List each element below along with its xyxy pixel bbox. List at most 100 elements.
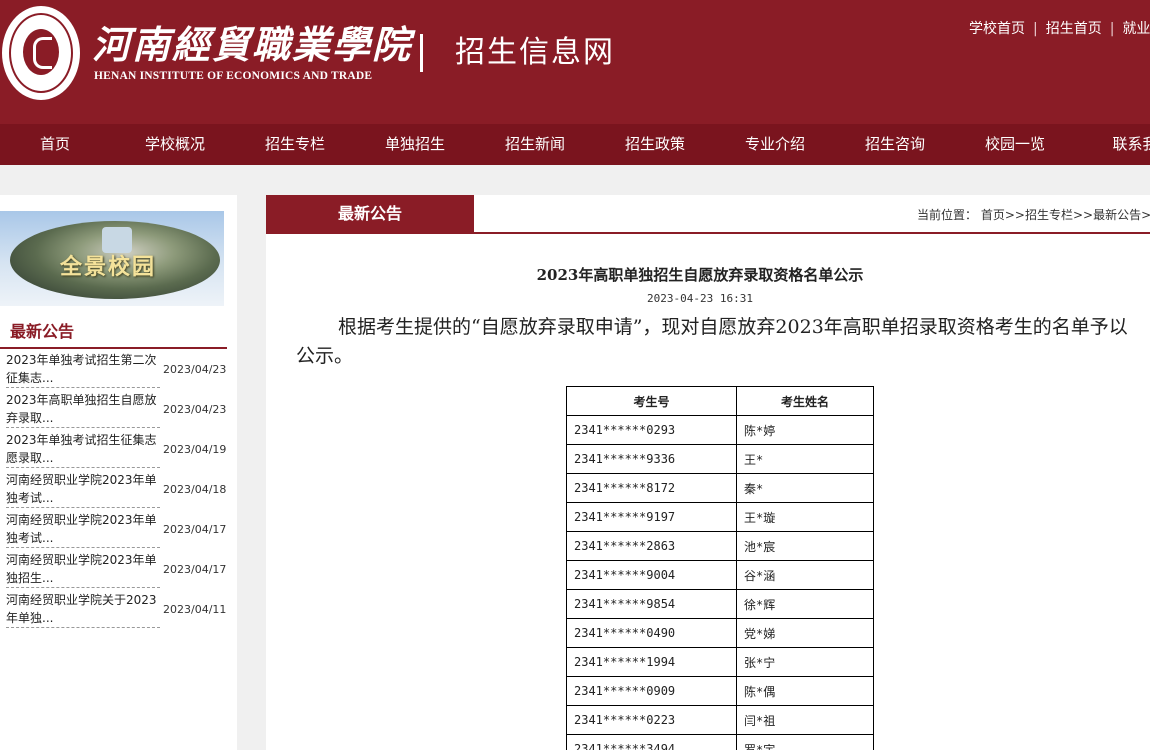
name-cell: 陈*偶: [736, 676, 874, 706]
news-item[interactable]: 2023年单独考试招生第二次征集志... 2023/04/23: [0, 349, 230, 389]
exam-number-cell: 2341******9004: [566, 560, 737, 590]
college-seal-logo[interactable]: [2, 6, 80, 100]
nav-item-school-overview[interactable]: 学校概况: [115, 124, 235, 165]
college-name-en: HENAN INSTITUTE OF ECONOMICS AND TRADE: [94, 70, 373, 82]
news-title[interactable]: 2023年单独考试招生第二次征集志...: [6, 351, 160, 388]
exam-number-cell: 2341******0223: [566, 705, 737, 735]
content-divider: [266, 232, 1150, 234]
link-separator: |: [1033, 21, 1038, 37]
news-date: 2023/04/11: [163, 603, 227, 616]
college-name-cn: 河南經貿職業學院: [92, 22, 413, 67]
panorama-campus-banner[interactable]: 全景校园: [0, 211, 224, 306]
site-header: 河南經貿職業學院 HENAN INSTITUTE OF ECONOMICS AN…: [0, 0, 1150, 124]
table-row: 2341******0490 党*娣: [566, 618, 874, 648]
name-cell: 谷*涵: [736, 560, 874, 590]
nav-item-independent-admission[interactable]: 单独招生: [355, 124, 475, 165]
seal-emblem-icon: [23, 29, 59, 75]
name-cell: 张*宁: [736, 647, 874, 677]
nav-item-admission-news[interactable]: 招生新闻: [475, 124, 595, 165]
top-link-school-home[interactable]: 学校首页: [969, 21, 1025, 37]
name-cell: 闫*祖: [736, 705, 874, 735]
table-row: 2341******9854 徐*辉: [566, 589, 874, 619]
nav-item-majors[interactable]: 专业介绍: [715, 124, 835, 165]
exam-number-cell: 2341******3494: [566, 734, 737, 750]
table-row: 2341******8172 秦*: [566, 473, 874, 503]
exam-number-cell: 2341******0909: [566, 676, 737, 706]
table-row: 2341******0223 闫*祖: [566, 705, 874, 735]
news-date: 2023/04/17: [163, 523, 227, 536]
news-title[interactable]: 2023年单独考试招生征集志愿录取...: [6, 431, 160, 468]
news-title[interactable]: 河南经贸职业学院2023年单独考试...: [6, 511, 160, 548]
breadcrumb-latest-notices[interactable]: 最新公告>>: [1093, 208, 1150, 222]
news-title[interactable]: 河南经贸职业学院2023年单独招生...: [6, 551, 160, 588]
news-title[interactable]: 河南经贸职业学院关于2023年单独...: [6, 591, 160, 628]
table-row: 2341******9336 王*: [566, 444, 874, 474]
news-list: 2023年单独考试招生第二次征集志... 2023/04/23 2023年高职单…: [0, 349, 230, 629]
table-row: 2341******9004 谷*涵: [566, 560, 874, 590]
main-content: 最新公告 当前位置： 首页>>招生专栏>>最新公告>>正 2023年高职单独招生…: [266, 195, 1150, 750]
top-link-employment[interactable]: 就业: [1122, 21, 1150, 37]
name-cell: 陈*婷: [736, 415, 874, 445]
table-row: 2341******1994 张*宁: [566, 647, 874, 677]
news-date: 2023/04/19: [163, 443, 227, 456]
nav-item-consultation[interactable]: 招生咨询: [835, 124, 955, 165]
article-date: 2023-04-23 16:31: [647, 292, 753, 305]
name-cell: 池*宸: [736, 531, 874, 561]
name-cell: 党*娣: [736, 618, 874, 648]
column-header-exam-number: 考生号: [566, 386, 737, 416]
exam-number-cell: 2341******2863: [566, 531, 737, 561]
exam-number-cell: 2341******9336: [566, 444, 737, 474]
exam-number-cell: 2341******9854: [566, 589, 737, 619]
article-title: 2023年高职单独招生自愿放弃录取资格名单公示: [536, 266, 864, 284]
top-link-admission-home[interactable]: 招生首页: [1046, 21, 1102, 37]
breadcrumb-label: 当前位置：: [917, 208, 978, 222]
news-date: 2023/04/17: [163, 563, 227, 576]
top-links: 学校首页 | 招生首页 | 就业: [969, 18, 1150, 38]
news-title[interactable]: 河南经贸职业学院2023年单独考试...: [6, 471, 160, 508]
breadcrumb-home[interactable]: 首页>>: [981, 208, 1025, 222]
site-name: 招生信息网: [455, 35, 615, 70]
breadcrumb-admission-column[interactable]: 招生专栏>>: [1025, 208, 1093, 222]
article-body: 根据考生提供的“自愿放弃录取申请”，现对自愿放弃2023年高职单招录取资格考生的…: [296, 316, 1128, 367]
sidebar-heading: 最新公告: [10, 322, 75, 341]
news-title[interactable]: 2023年高职单独招生自愿放弃录取...: [6, 391, 160, 428]
nav-item-admission-policy[interactable]: 招生政策: [595, 124, 715, 165]
name-cell: 徐*辉: [736, 589, 874, 619]
table-header-row: 考生号 考生姓名: [566, 386, 874, 416]
exam-number-cell: 2341******0293: [566, 415, 737, 445]
table-row: 2341******0909 陈*偶: [566, 676, 874, 706]
sidebar: 全景校园 最新公告 2023年单独考试招生第二次征集志... 2023/04/2…: [0, 195, 237, 750]
exam-number-cell: 2341******8172: [566, 473, 737, 503]
breadcrumb: 当前位置： 首页>>招生专栏>>最新公告>>正: [917, 206, 1150, 223]
column-header-name: 考生姓名: [736, 386, 874, 416]
tab-latest-notices[interactable]: 最新公告: [266, 195, 474, 233]
header-divider: [420, 34, 423, 72]
news-item[interactable]: 河南经贸职业学院关于2023年单独... 2023/04/11: [0, 589, 230, 629]
news-item[interactable]: 河南经贸职业学院2023年单独考试... 2023/04/17: [0, 509, 230, 549]
name-cell: 罗*宇: [736, 734, 874, 750]
main-nav: 首页 学校概况 招生专栏 单独招生 招生新闻 招生政策 专业介绍 招生咨询 校园…: [0, 124, 1150, 165]
news-item[interactable]: 河南经贸职业学院2023年单独考试... 2023/04/18: [0, 469, 230, 509]
nav-item-campus-view[interactable]: 校园一览: [955, 124, 1075, 165]
nav-item-contact[interactable]: 联系我: [1075, 124, 1150, 165]
news-date: 2023/04/23: [163, 363, 227, 376]
table-row: 2341******0293 陈*婷: [566, 415, 874, 445]
exam-number-cell: 2341******0490: [566, 618, 737, 648]
nav-item-home[interactable]: 首页: [0, 124, 115, 165]
news-date: 2023/04/18: [163, 483, 227, 496]
table-row: 2341******3494 罗*宇: [566, 734, 874, 750]
news-item[interactable]: 河南经贸职业学院2023年单独招生... 2023/04/17: [0, 549, 230, 589]
nav-item-admission-column[interactable]: 招生专栏: [235, 124, 355, 165]
name-cell: 王*: [736, 444, 874, 474]
table-row: 2341******2863 池*宸: [566, 531, 874, 561]
abandon-list-table: 考生号 考生姓名 2341******0293 陈*婷 2341******933…: [566, 386, 874, 750]
news-date: 2023/04/23: [163, 403, 227, 416]
name-cell: 王*璇: [736, 502, 874, 532]
table-row: 2341******9197 王*璇: [566, 502, 874, 532]
banner-text: 全景校园: [60, 254, 157, 280]
news-item[interactable]: 2023年高职单独招生自愿放弃录取... 2023/04/23: [0, 389, 230, 429]
news-item[interactable]: 2023年单独考试招生征集志愿录取... 2023/04/19: [0, 429, 230, 469]
exam-number-cell: 2341******1994: [566, 647, 737, 677]
exam-number-cell: 2341******9197: [566, 502, 737, 532]
name-cell: 秦*: [736, 473, 874, 503]
